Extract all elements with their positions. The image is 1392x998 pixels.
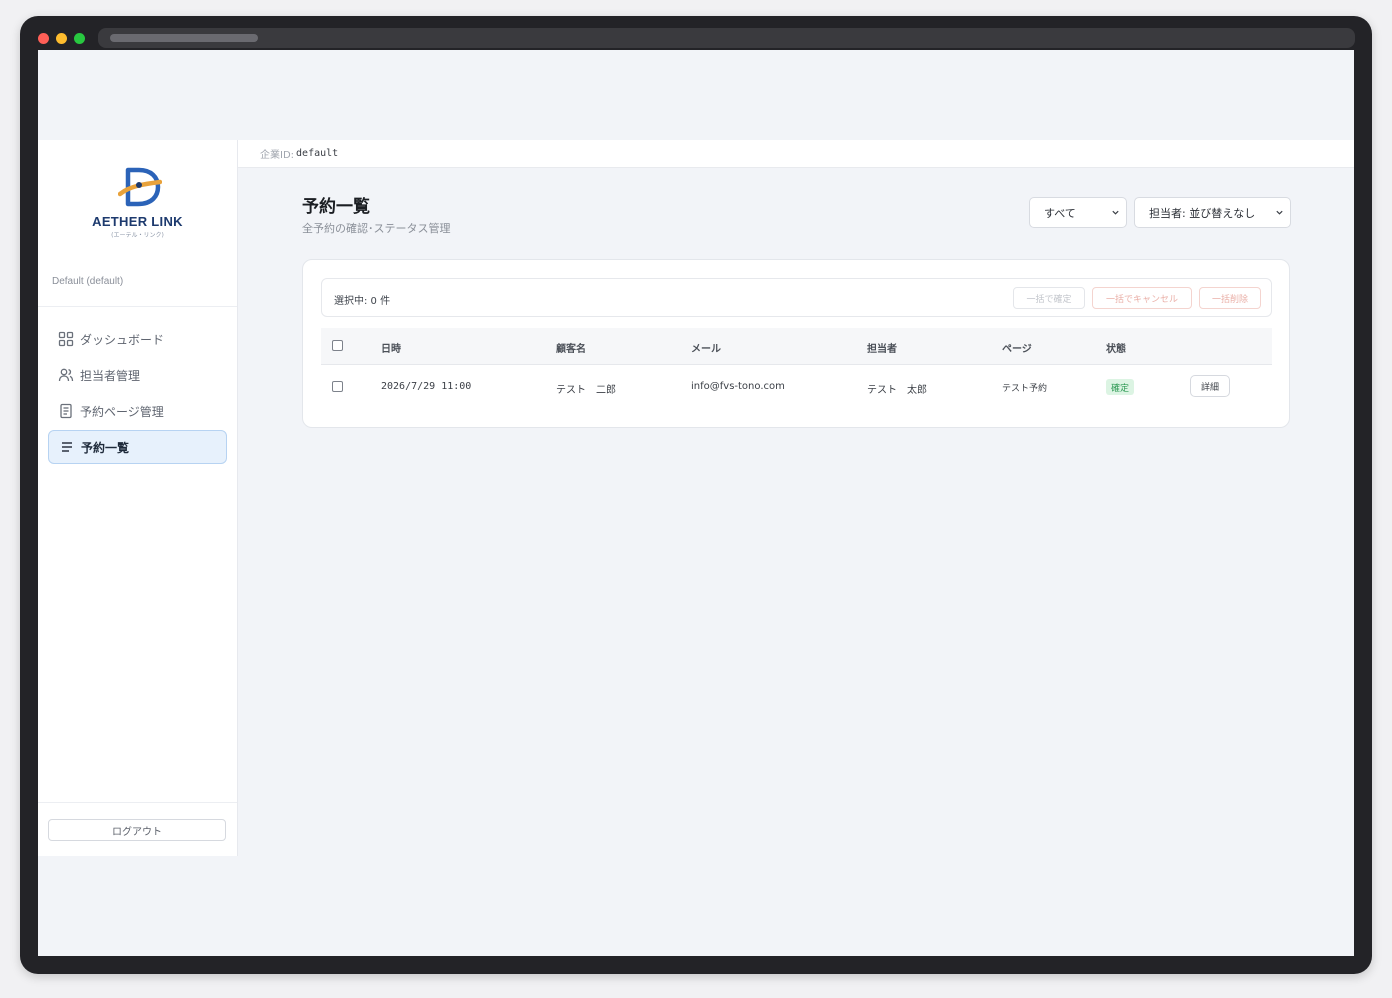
table-header: 日時 顧客名 メール 担当者 ページ 状態: [321, 328, 1272, 365]
page-subtitle: 全予約の確認･ステータス管理: [302, 222, 451, 235]
maximize-window-button[interactable]: [74, 33, 85, 44]
status-filter-value: すべて: [1044, 206, 1076, 220]
sidebar-item-dashboard[interactable]: ダッシュボード: [48, 322, 227, 356]
customer-name: テスト 二郎: [556, 385, 616, 396]
column-header-datetime[interactable]: 日時: [381, 340, 401, 355]
sidebar-item-label: ダッシュボード: [80, 332, 165, 347]
sidebar-bottom-divider: [38, 802, 237, 803]
bulk-delete-button[interactable]: 一括削除: [1199, 287, 1261, 309]
bulk-confirm-button[interactable]: 一括で確定: [1013, 287, 1085, 309]
users-icon: [58, 367, 74, 383]
browser-viewport: AETHER LINK (エーテル・リンク) Default (default)…: [38, 50, 1354, 956]
main-content: 企業ID: default 予約一覧 全予約の確認･ステータス管理 すべて 担当…: [238, 140, 1354, 856]
select-all-checkbox[interactable]: [332, 340, 343, 351]
booking-datetime: 2026/7/29 11:00: [381, 381, 472, 392]
page-title: 予約一覧: [302, 197, 370, 217]
app-shell: AETHER LINK (エーテル・リンク) Default (default)…: [38, 140, 1354, 856]
sidebar-item-bookings[interactable]: 予約一覧: [48, 430, 227, 464]
browser-window: AETHER LINK (エーテル・リンク) Default (default)…: [20, 16, 1372, 974]
staff-sort-value: 担当者: 並び替えなし: [1149, 206, 1256, 220]
column-header-email[interactable]: メール: [691, 340, 721, 355]
selected-count: 選択中: 0 件: [334, 296, 391, 307]
list-icon: [59, 439, 75, 455]
brand-subtitle: (エーテル・リンク): [111, 232, 164, 239]
table-row[interactable]: 2026/7/29 11:00 テスト 二郎 info@fvs-tono.com…: [321, 365, 1272, 411]
bookings-card: 選択中: 0 件 一括で確定 一括でキャンセル 一括削除 日時 顧客名 メール …: [302, 259, 1290, 428]
bulk-cancel-button[interactable]: 一括でキャンセル: [1092, 287, 1192, 309]
sidebar-nav: ダッシュボード 担当者管理 予約ページ管理 予約一覧: [48, 322, 227, 466]
sidebar: AETHER LINK (エーテル・リンク) Default (default)…: [38, 140, 238, 856]
row-checkbox[interactable]: [332, 381, 343, 392]
bulk-action-bar: 選択中: 0 件 一括で確定 一括でキャンセル 一括削除: [321, 278, 1272, 317]
logout-button[interactable]: ログアウト: [48, 819, 226, 841]
sidebar-item-label: 担当者管理: [80, 368, 141, 383]
company-bar: 企業ID: default: [238, 140, 1354, 168]
booking-page-name: テスト予約: [1002, 384, 1048, 394]
close-window-button[interactable]: [38, 33, 49, 44]
aether-link-logo-icon: [118, 167, 162, 207]
tenant-name: Default (default): [52, 276, 124, 287]
staff-name: テスト 太郎: [867, 385, 927, 396]
status-filter-select[interactable]: すべて: [1029, 197, 1127, 228]
company-id-label: 企業ID:: [260, 150, 295, 161]
status-badge: 確定: [1106, 379, 1135, 395]
column-header-staff[interactable]: 担当者: [867, 340, 897, 355]
chevron-down-icon: [1112, 210, 1119, 215]
staff-sort-select[interactable]: 担当者: 並び替えなし: [1134, 197, 1291, 228]
sidebar-divider: [38, 306, 237, 307]
address-placeholder: [110, 34, 258, 42]
address-bar[interactable]: [98, 28, 1355, 48]
column-header-customer[interactable]: 顧客名: [556, 340, 586, 355]
column-header-page[interactable]: ページ: [1002, 340, 1032, 355]
minimize-window-button[interactable]: [56, 33, 67, 44]
brand-name: AETHER LINK: [92, 214, 183, 229]
sidebar-item-label: 予約一覧: [81, 440, 130, 455]
detail-button[interactable]: 詳細: [1190, 375, 1230, 397]
sidebar-item-staff[interactable]: 担当者管理: [48, 358, 227, 392]
column-header-status[interactable]: 状態: [1106, 340, 1126, 355]
chevron-down-icon: [1276, 210, 1283, 215]
customer-email: info@fvs-tono.com: [691, 381, 785, 392]
company-id-value: default: [296, 148, 339, 159]
document-icon: [58, 403, 74, 419]
sidebar-item-label: 予約ページ管理: [80, 404, 164, 419]
grid-icon: [58, 331, 74, 347]
sidebar-item-booking-pages[interactable]: 予約ページ管理: [48, 394, 227, 428]
